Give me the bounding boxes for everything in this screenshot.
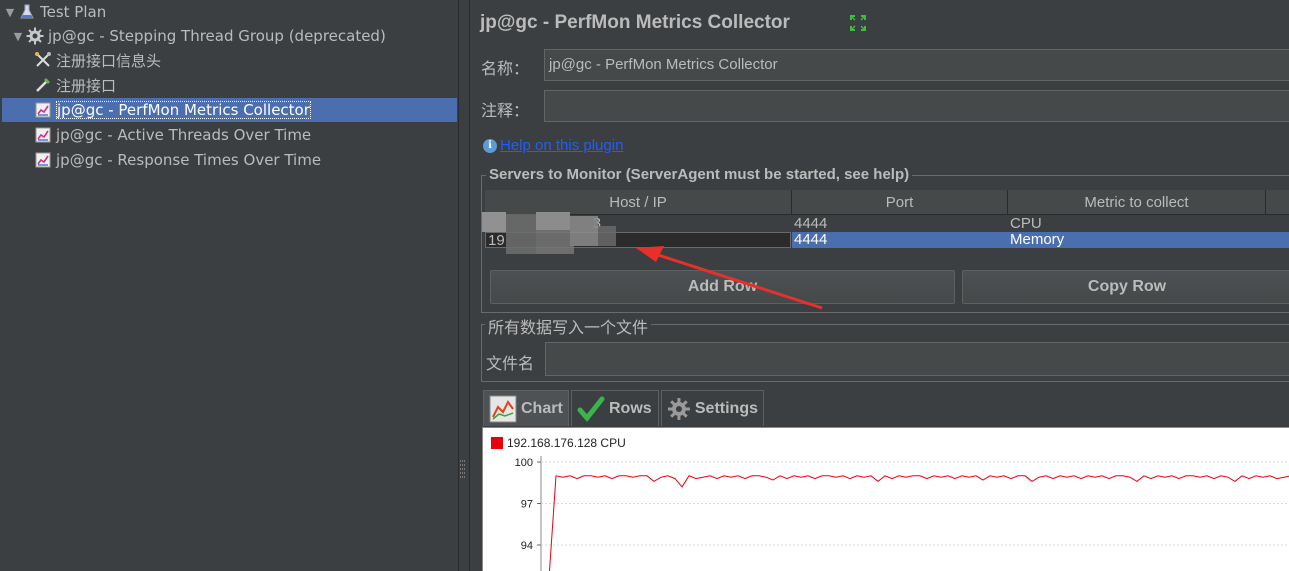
column-header-port[interactable]: Port xyxy=(792,190,1008,215)
flask-icon xyxy=(18,3,36,21)
tab-settings-label: Settings xyxy=(694,399,758,417)
tree-node[interactable]: jp@gc - Response Times Over Time xyxy=(0,148,321,172)
cell-metric[interactable]: Memory xyxy=(1008,232,1266,248)
cell-port[interactable]: 4444 xyxy=(792,216,1008,232)
perfmon-config-panel: jp@gc - PerfMon Metrics Collector 名称： jp… xyxy=(471,0,1289,571)
chart-icon xyxy=(489,395,517,422)
tree-node[interactable]: ▼ jp@gc - Stepping Thread Group (deprecat… xyxy=(12,24,386,48)
gear-icon xyxy=(667,397,690,420)
legend-label: 192.168.176.128 CPU xyxy=(507,436,626,450)
filename-label: 文件名 xyxy=(486,354,535,373)
comment-label: 注释： xyxy=(481,101,530,120)
copy-row-button[interactable]: Copy Row xyxy=(962,270,1289,304)
add-row-button[interactable]: Add Row xyxy=(490,270,955,304)
expand-arrow-icon[interactable]: ▼ xyxy=(12,30,24,43)
help-link-row[interactable]: i Help on this plugin xyxy=(483,137,623,154)
redacted-ip-blur xyxy=(482,212,616,254)
gear-icon xyxy=(26,27,44,45)
tree-node[interactable]: ▼ Test Plan xyxy=(4,0,106,24)
series-line-cpu xyxy=(548,475,1289,571)
tree-node-label: 注册接口信息头 xyxy=(56,51,162,70)
pipette-icon xyxy=(34,76,52,94)
tree-node-label: jp@gc - PerfMon Metrics Collector xyxy=(56,101,311,119)
tree-node[interactable]: jp@gc - Active Threads Over Time xyxy=(0,123,311,147)
info-icon: i xyxy=(483,138,497,153)
split-pane-divider[interactable] xyxy=(458,0,470,571)
page-title: jp@gc - PerfMon Metrics Collector xyxy=(480,12,790,33)
y-tick-label: 100 xyxy=(515,457,533,469)
cell-metric[interactable]: CPU xyxy=(1008,216,1266,232)
expand-icon[interactable] xyxy=(849,14,867,32)
column-header-metric[interactable]: Metric to collect xyxy=(1008,190,1266,215)
tab-chart-label: Chart xyxy=(521,399,563,417)
tree-node-label: 注册接口 xyxy=(56,76,117,95)
tab-settings[interactable]: Settings xyxy=(661,390,764,426)
y-tick-label: 97 xyxy=(521,499,533,511)
tree-node-label: jp@gc - Active Threads Over Time xyxy=(56,126,312,144)
tree-node-label: jp@gc - Response Times Over Time xyxy=(56,151,322,169)
wrench-scissors-icon xyxy=(34,51,52,69)
tree-node[interactable]: 注册接口 xyxy=(0,73,116,97)
file-group-title: 所有数据写入一个文件 xyxy=(485,314,652,338)
chart-legend: 192.168.176.128 CPU xyxy=(491,436,626,450)
filename-field[interactable] xyxy=(545,342,1289,376)
expand-arrow-icon[interactable]: ▼ xyxy=(4,6,16,19)
servers-group-title: Servers to Monitor (ServerAgent must be … xyxy=(486,166,913,183)
cell-port[interactable]: 4444 xyxy=(792,232,1008,248)
tab-rows[interactable]: Rows xyxy=(571,390,659,426)
graph-icon xyxy=(34,101,52,119)
tree-node-label: jp@gc - Stepping Thread Group (deprecate… xyxy=(48,27,386,45)
checkmark-icon xyxy=(577,396,605,422)
help-link[interactable]: Help on this plugin xyxy=(500,137,623,154)
name-field[interactable]: jp@gc - PerfMon Metrics Collector xyxy=(544,49,1289,81)
graph-icon xyxy=(34,126,52,144)
column-header-extra xyxy=(1266,190,1289,215)
comment-field[interactable] xyxy=(544,90,1289,122)
test-plan-tree[interactable]: ▼ Test Plan ▼ jp@gc - Stepping Thread Group… xyxy=(0,0,458,571)
tree-node[interactable]: jp@gc - PerfMon Metrics Collector xyxy=(2,98,457,122)
chart-area[interactable]: 100 97 94 192.168.176.128 CPU xyxy=(482,427,1289,571)
tab-rows-label: Rows xyxy=(609,399,652,417)
graph-icon xyxy=(34,151,52,169)
legend-swatch xyxy=(491,437,503,449)
tree-node-label: Test Plan xyxy=(40,3,107,21)
cell-extra[interactable] xyxy=(1266,232,1289,248)
y-tick-label: 94 xyxy=(521,540,533,552)
tab-chart[interactable]: Chart xyxy=(483,390,569,426)
splitter-grip-icon[interactable] xyxy=(460,460,466,480)
name-label: 名称： xyxy=(481,59,530,78)
tree-node[interactable]: 注册接口信息头 xyxy=(0,48,161,72)
